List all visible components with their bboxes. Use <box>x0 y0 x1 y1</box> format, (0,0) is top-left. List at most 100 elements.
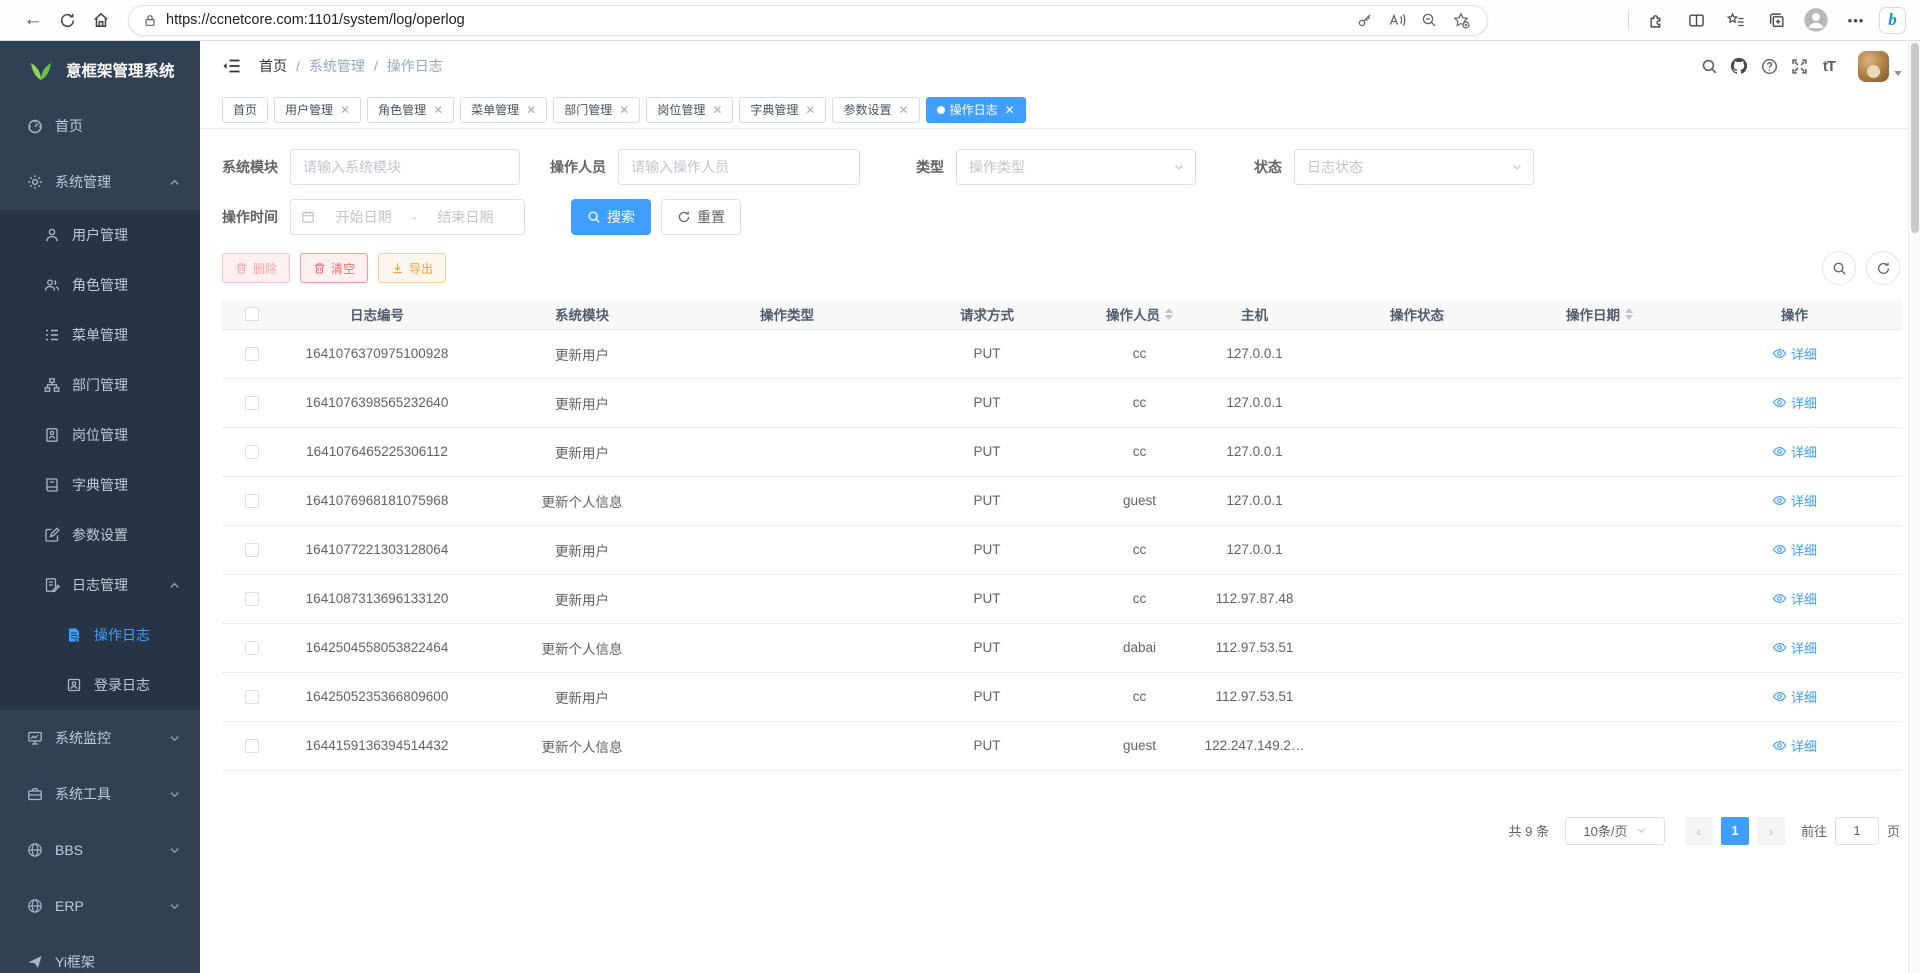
detail-link[interactable]: 详细 <box>1772 393 1817 412</box>
date-range-input[interactable]: 开始日期 - 结束日期 <box>290 199 525 235</box>
sidebar-item-dict-mgmt[interactable]: 字典管理 <box>0 460 200 510</box>
user-avatar[interactable] <box>1858 51 1889 82</box>
extensions-icon[interactable] <box>1639 4 1673 36</box>
row-checkbox[interactable] <box>245 445 259 459</box>
github-icon[interactable] <box>1724 51 1754 81</box>
tab-post-mgmt[interactable]: 岗位管理✕ <box>646 97 733 123</box>
clear-button[interactable]: 清空 <box>300 253 368 283</box>
password-key-icon[interactable] <box>1349 6 1381 34</box>
tab-close-icon[interactable]: ✕ <box>899 104 909 116</box>
detail-link[interactable]: 详细 <box>1772 442 1817 461</box>
module-input[interactable] <box>290 149 520 185</box>
tab-param-settings[interactable]: 参数设置✕ <box>832 97 919 123</box>
col-date[interactable]: 操作日期 <box>1512 299 1687 329</box>
detail-link[interactable]: 详细 <box>1772 687 1817 706</box>
sort-icon[interactable] <box>1165 308 1173 320</box>
sidebar-item-monitor[interactable]: 系统监控 <box>0 710 200 766</box>
row-checkbox[interactable] <box>245 690 259 704</box>
tab-close-icon[interactable]: ✕ <box>712 104 722 116</box>
detail-link[interactable]: 详细 <box>1772 344 1817 363</box>
sidebar-item-role-mgmt[interactable]: 角色管理 <box>0 260 200 310</box>
page-scrollbar[interactable] <box>1908 41 1920 973</box>
favorites-bar-icon[interactable] <box>1719 4 1753 36</box>
tab-menu-mgmt[interactable]: 菜单管理✕ <box>460 97 547 123</box>
tab-close-icon[interactable]: ✕ <box>433 104 443 116</box>
tab-close-icon[interactable]: ✕ <box>340 104 350 116</box>
scrollbar-thumb[interactable] <box>1911 43 1919 233</box>
tab-dict-mgmt[interactable]: 字典管理✕ <box>739 97 826 123</box>
collections-icon[interactable] <box>1759 4 1793 36</box>
next-page-button[interactable]: › <box>1757 817 1785 845</box>
tab-close-icon[interactable]: ✕ <box>526 104 536 116</box>
row-checkbox[interactable] <box>245 494 259 508</box>
breadcrumb-home[interactable]: 首页 <box>259 56 287 76</box>
prev-page-button[interactable]: ‹ <box>1685 817 1713 845</box>
row-checkbox[interactable] <box>245 592 259 606</box>
operator-input[interactable] <box>618 149 860 185</box>
sidebar-item-post-mgmt[interactable]: 岗位管理 <box>0 410 200 460</box>
export-button[interactable]: 导出 <box>378 253 446 283</box>
sidebar-item-operation-log[interactable]: 操作日志 <box>0 610 200 660</box>
tab-close-icon[interactable]: ✕ <box>619 104 629 116</box>
col-operator[interactable]: 操作人员 <box>1092 299 1187 329</box>
table-refresh-button[interactable] <box>1866 251 1900 285</box>
row-checkbox[interactable] <box>245 543 259 557</box>
header-search-icon[interactable] <box>1694 51 1724 81</box>
detail-link[interactable]: 详细 <box>1772 589 1817 608</box>
tab-close-icon[interactable]: ✕ <box>1005 104 1015 116</box>
browser-more-icon[interactable]: ••• <box>1839 4 1873 36</box>
select-all-checkbox[interactable] <box>245 307 259 321</box>
fullscreen-icon[interactable] <box>1784 51 1814 81</box>
split-screen-icon[interactable] <box>1679 4 1713 36</box>
address-bar[interactable]: https://ccnetcore.com:1101/system/log/op… <box>128 5 1488 36</box>
favorite-add-icon[interactable] <box>1445 6 1477 34</box>
sort-icon[interactable] <box>1625 308 1633 320</box>
font-size-icon[interactable]: tT <box>1814 51 1844 81</box>
row-checkbox[interactable] <box>245 641 259 655</box>
avatar-caret-icon[interactable] <box>1894 71 1902 76</box>
tab-close-icon[interactable]: ✕ <box>805 104 815 116</box>
zoom-out-icon[interactable] <box>1413 6 1445 34</box>
browser-back-button[interactable]: ← <box>16 3 50 37</box>
delete-button[interactable]: 删除 <box>222 253 290 283</box>
goto-page-input[interactable] <box>1835 817 1879 845</box>
tab-user-mgmt[interactable]: 用户管理✕ <box>274 97 361 123</box>
bing-icon[interactable]: b <box>1879 7 1906 34</box>
table-search-toggle-button[interactable] <box>1822 251 1856 285</box>
sidebar-item-home[interactable]: 首页 <box>0 98 200 154</box>
sidebar-item-tools[interactable]: 系统工具 <box>0 766 200 822</box>
sidebar-item-param-settings[interactable]: 参数设置 <box>0 510 200 560</box>
tab-operation-log[interactable]: 操作日志✕ <box>926 97 1026 123</box>
sidebar-item-login-log[interactable]: 登录日志 <box>0 660 200 710</box>
detail-link[interactable]: 详细 <box>1772 491 1817 510</box>
help-icon[interactable] <box>1754 51 1784 81</box>
current-page-button[interactable]: 1 <box>1721 817 1749 845</box>
sidebar-item-dept-mgmt[interactable]: 部门管理 <box>0 360 200 410</box>
read-aloud-icon[interactable] <box>1381 6 1413 34</box>
type-select[interactable]: 操作类型 <box>956 149 1196 185</box>
tab-home[interactable]: 首页 <box>222 97 268 123</box>
sidebar-item-erp[interactable]: ERP <box>0 878 200 934</box>
browser-profile-avatar[interactable] <box>1799 4 1833 36</box>
sidebar-item-user-mgmt[interactable]: 用户管理 <box>0 210 200 260</box>
sidebar-collapse-icon[interactable] <box>222 58 241 74</box>
detail-link[interactable]: 详细 <box>1772 736 1817 755</box>
browser-home-button[interactable] <box>84 3 118 37</box>
row-checkbox[interactable] <box>245 347 259 361</box>
detail-link[interactable]: 详细 <box>1772 540 1817 559</box>
page-size-select[interactable]: 10条/页 <box>1565 817 1665 845</box>
sidebar-item-bbs[interactable]: BBS <box>0 822 200 878</box>
reset-button[interactable]: 重置 <box>661 199 741 235</box>
browser-refresh-button[interactable] <box>50 3 84 37</box>
tab-role-mgmt[interactable]: 角色管理✕ <box>367 97 454 123</box>
row-checkbox[interactable] <box>245 739 259 753</box>
search-button[interactable]: 搜索 <box>571 199 651 235</box>
sidebar-item-yi-framework[interactable]: Yi框架 <box>0 934 200 973</box>
sidebar-item-system[interactable]: 系统管理 <box>0 154 200 210</box>
sidebar-item-menu-mgmt[interactable]: 菜单管理 <box>0 310 200 360</box>
detail-link[interactable]: 详细 <box>1772 638 1817 657</box>
tab-dept-mgmt[interactable]: 部门管理✕ <box>553 97 640 123</box>
status-select[interactable]: 日志状态 <box>1294 149 1534 185</box>
sidebar-item-log-mgmt[interactable]: 日志管理 <box>0 560 200 610</box>
row-checkbox[interactable] <box>245 396 259 410</box>
